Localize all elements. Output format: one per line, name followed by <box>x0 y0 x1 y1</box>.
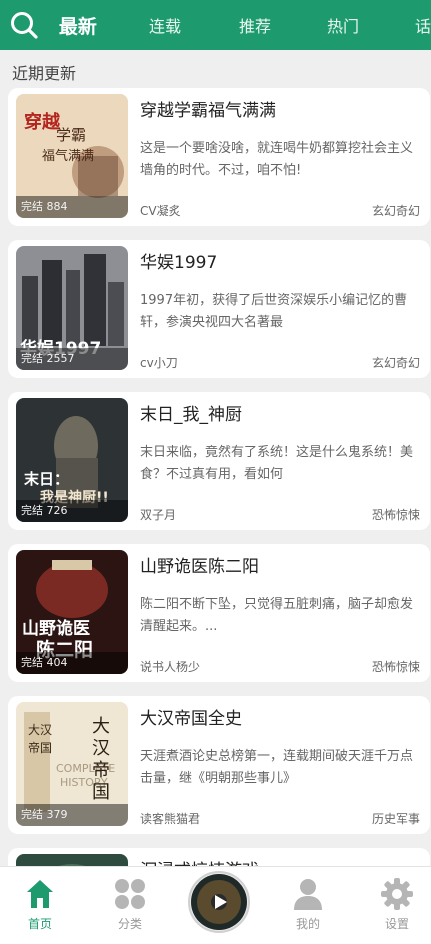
nav-home[interactable]: 首页 <box>10 877 70 932</box>
book-cover: 山野诡医 陈二阳 完结 404 <box>16 550 128 674</box>
nav-mine[interactable]: 我的 <box>278 877 338 932</box>
svg-text:福气满满: 福气满满 <box>42 148 94 164</box>
book-author: CV凝炙 <box>140 204 181 218</box>
user-icon <box>294 879 322 910</box>
top-bar: 最新 连载 推荐 热门 话 <box>0 0 431 50</box>
book-author: 说书人杨少 <box>140 660 201 674</box>
book-title[interactable]: 穿越学霸福气满满 <box>140 96 276 121</box>
player-disc-button[interactable] <box>188 871 250 933</box>
book-card[interactable]: 大汉 帝国 COMPLETE HISTORY 大 汉 帝 国 完结 379 大汉… <box>8 696 430 834</box>
book-card[interactable]: 穿越 学霸 福气满满 完结 884 穿越学霸福气满满 这是一个要啥没啥，就连喝牛… <box>8 88 430 226</box>
book-description: 1997年初，获得了后世资深娱乐小编记忆的曹轩，参演央视四大名著最 <box>140 293 408 330</box>
nav-mine-label: 我的 <box>295 917 320 931</box>
completion-badge: 完结 404 <box>16 652 128 674</box>
svg-text:山野诡医: 山野诡医 <box>22 618 90 639</box>
svg-text:大汉: 大汉 <box>28 723 52 737</box>
completion-badge: 完结 726 <box>16 500 128 522</box>
player-disc-icon <box>191 874 247 930</box>
book-cover: 华娱1997 完结 2557 <box>16 246 128 370</box>
svg-text:国: 国 <box>92 782 110 803</box>
svg-text:帝: 帝 <box>92 760 110 781</box>
book-title[interactable]: 华娱1997 <box>140 248 217 273</box>
svg-text:学霸: 学霸 <box>56 126 86 144</box>
category-tabs: 最新 连载 推荐 热门 话 <box>45 0 431 50</box>
nav-category[interactable]: 分类 <box>100 877 160 932</box>
tab-serializing[interactable]: 连载 <box>149 13 181 37</box>
book-author: 双子月 <box>140 508 177 522</box>
nav-settings-label: 设置 <box>384 917 409 931</box>
completion-badge: 完结 379 <box>16 804 128 826</box>
svg-text:汉: 汉 <box>92 738 110 759</box>
tab-recommended[interactable]: 推荐 <box>239 13 271 37</box>
book-description: 陈二阳不断下坠，只觉得五脏刺痛，脑子却愈发清醒起来。... <box>140 597 414 634</box>
search-button[interactable] <box>4 0 45 50</box>
book-title[interactable]: 末日_我_神厨 <box>140 400 242 425</box>
book-card[interactable]: 山野诡医 陈二阳 完结 404 山野诡医陈二阳 陈二阳不断下坠，只觉得五脏刺痛，… <box>8 544 430 682</box>
book-card[interactable]: 末日： 我是神厨!! 完结 726 末日_我_神厨 末日来临，竟然有了系统！这是… <box>8 392 430 530</box>
book-genre: 恐怖惊悚 <box>371 508 420 522</box>
nav-home-label: 首页 <box>27 917 52 931</box>
book-card[interactable]: 华娱1997 完结 2557 华娱1997 1997年初，获得了后世资深娱乐小编… <box>8 240 430 378</box>
book-genre: 玄幻奇幻 <box>371 204 420 218</box>
bottom-navigation: 首页 分类 我的 设置 <box>0 866 431 944</box>
book-description: 这是一个要啥没啥，就连喝牛奶都算挖社会主义墙角的时代。不过，咱不怕! <box>140 141 414 178</box>
svg-text:大: 大 <box>92 716 110 737</box>
category-icon <box>115 879 145 909</box>
nav-category-label: 分类 <box>117 917 142 931</box>
tab-overflow[interactable]: 话 <box>415 13 431 37</box>
book-cover: 穿越 学霸 福气满满 完结 884 <box>16 94 128 218</box>
completion-badge: 完结 2557 <box>16 348 128 370</box>
book-cover: 末日： 我是神厨!! 完结 726 <box>16 398 128 522</box>
book-cover: 大汉 帝国 COMPLETE HISTORY 大 汉 帝 国 完结 379 <box>16 702 128 826</box>
book-description: 末日来临，竟然有了系统！这是什么鬼系统！美食？不过真有用，看如何 <box>140 445 414 482</box>
settings-icon <box>381 878 413 910</box>
nav-settings[interactable]: 设置 <box>367 877 427 932</box>
svg-text:帝国: 帝国 <box>28 740 52 755</box>
book-genre: 历史军事 <box>371 812 420 826</box>
book-author: 读客熊猫君 <box>140 812 201 826</box>
svg-text:末日：: 末日： <box>24 470 69 488</box>
tab-latest[interactable]: 最新 <box>59 12 97 39</box>
section-title: 近期更新 <box>12 64 77 83</box>
home-icon <box>27 880 53 908</box>
search-icon <box>11 12 39 39</box>
book-title[interactable]: 大汉帝国全史 <box>140 704 242 729</box>
book-title[interactable]: 山野诡医陈二阳 <box>140 552 259 577</box>
book-description: 天涯煮酒论史总榜第一，连载期间破天涯千万点击量，继《明朝那些事儿》 <box>140 749 414 786</box>
completion-badge: 完结 884 <box>16 196 128 218</box>
tab-popular[interactable]: 热门 <box>327 13 359 37</box>
book-genre: 恐怖惊悚 <box>371 660 420 674</box>
book-genre: 玄幻奇幻 <box>371 356 420 370</box>
book-author: cv小刀 <box>140 356 178 370</box>
